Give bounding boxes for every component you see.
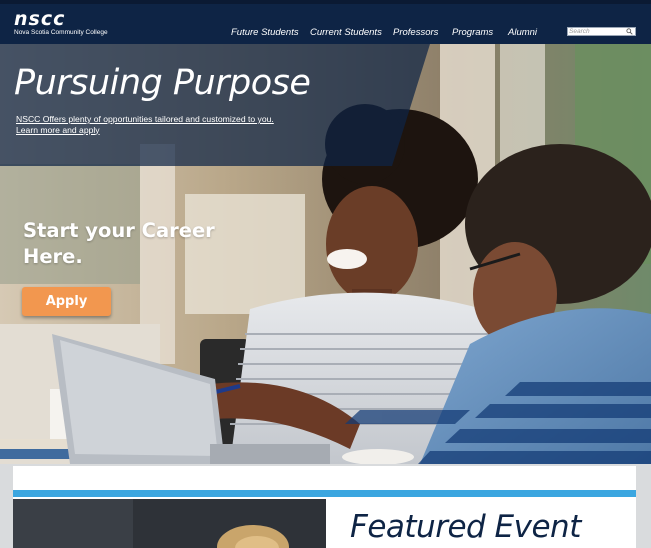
nscc-logo[interactable]: nscc bbox=[14, 10, 65, 29]
nav-programs[interactable]: Programs bbox=[452, 27, 493, 38]
apply-button[interactable]: Apply bbox=[22, 287, 111, 316]
search-input[interactable] bbox=[569, 28, 623, 35]
featured-event-image[interactable] bbox=[13, 499, 326, 548]
hero-subtitle-line-2[interactable]: Learn more and apply bbox=[16, 125, 274, 136]
nav-future-students[interactable]: Future Students bbox=[231, 27, 299, 38]
nav-alumni[interactable]: Alumni bbox=[508, 27, 537, 38]
search-icon[interactable] bbox=[626, 28, 633, 35]
featured-event-photo bbox=[13, 499, 326, 548]
featured-accent-bar bbox=[13, 490, 636, 497]
site-header: nscc Nova Scotia Community College Futur… bbox=[0, 4, 651, 44]
career-heading: Start your Career Here. bbox=[23, 219, 215, 268]
nav-professors[interactable]: Professors bbox=[393, 27, 438, 38]
logo-subtitle: Nova Scotia Community College bbox=[14, 29, 108, 36]
hero-title: Pursuing Purpose bbox=[14, 63, 311, 103]
featured-event-section: Featured Event bbox=[13, 466, 636, 548]
nav-current-students[interactable]: Current Students bbox=[310, 27, 382, 38]
hero-subtitle-line-1[interactable]: NSCC Offers plenty of opportunities tail… bbox=[16, 114, 274, 125]
featured-event-title: Featured Event bbox=[350, 509, 581, 545]
search-box[interactable] bbox=[567, 27, 636, 36]
hero-subtitle-link[interactable]: NSCC Offers plenty of opportunities tail… bbox=[16, 114, 274, 135]
hero-banner: Pursuing Purpose NSCC Offers plenty of o… bbox=[0, 44, 651, 464]
